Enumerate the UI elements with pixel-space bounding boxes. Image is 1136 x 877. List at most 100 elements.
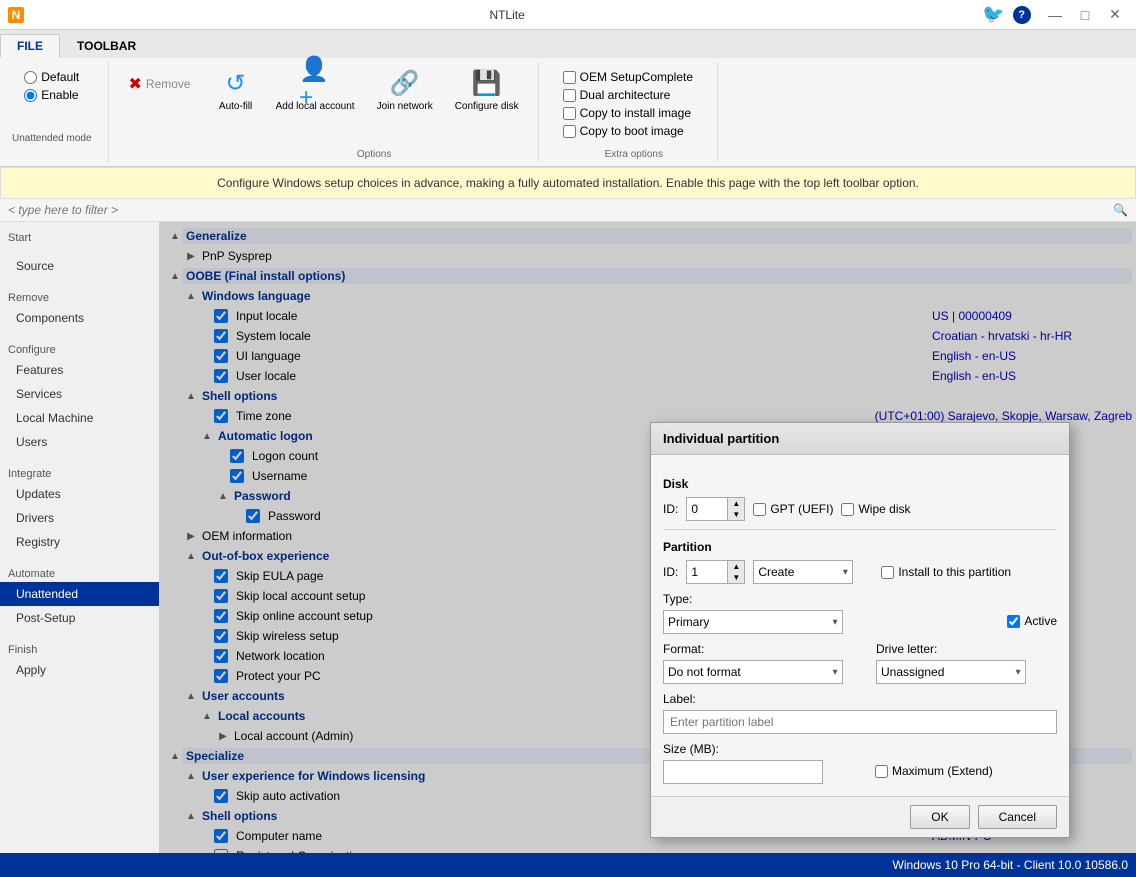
extra-options-group-label: Extra options xyxy=(551,149,717,160)
disk-id-down-btn[interactable]: ▼ xyxy=(728,509,744,520)
active-checkbox[interactable] xyxy=(1007,615,1020,628)
ribbon-content: Default Enable Unattended mode ✖ Remove … xyxy=(0,58,1136,166)
sidebar-label-configure: Configure xyxy=(0,338,159,358)
modal-disk-label: Disk xyxy=(663,477,1057,491)
size-input[interactable] xyxy=(663,760,823,784)
sidebar-item-users[interactable]: Users xyxy=(0,430,159,454)
wipe-disk-checkbox-label[interactable]: Wipe disk xyxy=(841,502,910,516)
twitter-icon[interactable]: 🐦 xyxy=(982,4,1004,25)
sidebar-item-apply[interactable]: Apply xyxy=(0,658,159,682)
wipe-disk-checkbox[interactable] xyxy=(841,503,854,516)
disk-id-input[interactable] xyxy=(687,498,727,520)
title-bar-right: 🐦 ? — □ ✕ xyxy=(982,4,1128,25)
tab-file[interactable]: FILE xyxy=(0,34,60,58)
modal-disk-id-label: ID: xyxy=(663,502,678,516)
sidebar-section-integrate: Integrate Updates Drivers Registry xyxy=(0,458,159,558)
configure-disk-icon: 💾 xyxy=(471,67,503,99)
ribbon-group-extra: OEM SetupComplete Dual architecture Copy… xyxy=(551,62,718,162)
dual-arch-option[interactable]: Dual architecture xyxy=(563,88,693,102)
sidebar-item-local-machine[interactable]: Local Machine xyxy=(0,406,159,430)
sidebar-label-integrate: Integrate xyxy=(0,462,159,482)
modal-overlay: Individual partition Disk ID: ▲ ▼ xyxy=(160,222,1136,853)
sidebar-item-post-setup[interactable]: Post-Setup xyxy=(0,606,159,630)
sidebar-item-registry[interactable]: Registry xyxy=(0,530,159,554)
copy-install-option[interactable]: Copy to install image xyxy=(563,106,693,120)
modal-size-row: Size (MB): Maximum (Extend) xyxy=(663,742,1057,784)
install-partition-checkbox[interactable] xyxy=(881,566,894,579)
partition-id-up-btn[interactable]: ▲ xyxy=(728,561,744,572)
auto-fill-icon: ↺ xyxy=(220,67,252,99)
ok-button[interactable]: OK xyxy=(910,805,969,829)
label-input[interactable] xyxy=(663,710,1057,734)
remove-button[interactable]: ✖ Remove xyxy=(121,70,199,98)
help-icon[interactable]: ? xyxy=(1013,6,1031,24)
sidebar-item-drivers[interactable]: Drivers xyxy=(0,506,159,530)
partition-action-wrapper: Create ▼ xyxy=(753,560,853,584)
sidebar-section-finish: Finish Apply xyxy=(0,634,159,686)
sidebar-section-automate: Automate Unattended Post-Setup xyxy=(0,558,159,634)
oem-setup-option[interactable]: OEM SetupComplete xyxy=(563,70,693,84)
modal-disk-row: ID: ▲ ▼ GPT (UEFI) xyxy=(663,497,1057,521)
oem-setup-checkbox[interactable] xyxy=(563,71,576,84)
radio-enable-input[interactable] xyxy=(24,89,37,102)
modal-label-field: Label: xyxy=(663,692,1057,734)
maximum-checkbox[interactable] xyxy=(875,765,888,778)
remove-section: ✖ Remove xyxy=(121,62,199,162)
copy-boot-option[interactable]: Copy to boot image xyxy=(563,124,693,138)
sidebar-item-components[interactable]: Components xyxy=(0,306,159,330)
svg-text:N: N xyxy=(12,8,21,22)
partition-id-down-btn[interactable]: ▼ xyxy=(728,572,744,583)
configure-disk-button[interactable]: 💾 Configure disk xyxy=(448,62,526,118)
sidebar-label-finish: Finish xyxy=(0,638,159,658)
divider xyxy=(663,529,1057,530)
sidebar-item-updates[interactable]: Updates xyxy=(0,482,159,506)
partition-id-input[interactable] xyxy=(687,561,727,583)
close-button[interactable]: ✕ xyxy=(1102,5,1128,25)
dual-arch-checkbox[interactable] xyxy=(563,89,576,102)
filter-bar: 🔍 xyxy=(0,199,1136,222)
modal-drive-label: Drive letter: xyxy=(876,642,1057,656)
disk-id-spinner[interactable]: ▲ ▼ xyxy=(686,497,745,521)
partition-action-select[interactable]: Create xyxy=(753,560,853,584)
active-checkbox-label[interactable]: Active xyxy=(1007,614,1057,628)
modal-title-bar: Individual partition xyxy=(651,423,1069,455)
auto-fill-button[interactable]: ↺ Auto-fill xyxy=(211,62,261,118)
gpt-checkbox-label[interactable]: GPT (UEFI) xyxy=(753,502,833,516)
sidebar-item-unattended[interactable]: Unattended xyxy=(0,582,159,606)
format-select[interactable]: Do not format xyxy=(663,660,843,684)
remove-icon: ✖ xyxy=(129,74,142,94)
app-icon: N xyxy=(8,7,24,23)
maximize-button[interactable]: □ xyxy=(1072,5,1098,25)
disk-id-up-btn[interactable]: ▲ xyxy=(728,498,744,509)
sidebar-item-source[interactable]: Source xyxy=(0,254,159,278)
copy-boot-checkbox[interactable] xyxy=(563,125,576,138)
drive-select[interactable]: Unassigned xyxy=(876,660,1026,684)
search-icon: 🔍 xyxy=(1113,203,1128,217)
minimize-button[interactable]: — xyxy=(1042,5,1068,25)
install-partition-checkbox-label[interactable]: Install to this partition xyxy=(881,565,1011,579)
join-network-button[interactable]: 🔗 Join network xyxy=(370,62,440,118)
radio-default[interactable]: Default xyxy=(24,70,79,84)
modal-format-drive-row: Format: Do not format ▼ Drive letter: xyxy=(663,642,1057,684)
sidebar-item-services[interactable]: Services xyxy=(0,382,159,406)
sidebar-item-features[interactable]: Features xyxy=(0,358,159,382)
cancel-button[interactable]: Cancel xyxy=(978,805,1057,829)
modal-partition-id-label: ID: xyxy=(663,565,678,579)
copy-install-checkbox[interactable] xyxy=(563,107,576,120)
radio-enable[interactable]: Enable xyxy=(24,88,79,102)
ribbon-tabs: FILE TOOLBAR xyxy=(0,30,1136,58)
radio-default-input[interactable] xyxy=(24,71,37,84)
modal-type-label: Type: xyxy=(663,592,975,606)
tab-toolbar[interactable]: TOOLBAR xyxy=(60,34,153,58)
maximum-checkbox-label[interactable]: Maximum (Extend) xyxy=(875,764,993,778)
partition-id-spinner[interactable]: ▲ ▼ xyxy=(686,560,745,584)
gpt-checkbox[interactable] xyxy=(753,503,766,516)
filter-input[interactable] xyxy=(8,203,1113,217)
type-select[interactable]: Primary xyxy=(663,610,843,634)
modal-size-field: Size (MB): xyxy=(663,742,843,784)
format-select-wrapper: Do not format ▼ xyxy=(663,660,843,684)
modal-format-field: Format: Do not format ▼ xyxy=(663,642,844,684)
add-account-button[interactable]: 👤+ Add local account xyxy=(269,62,362,118)
modal-content: Disk ID: ▲ ▼ GPT (UEFI) xyxy=(651,455,1069,796)
modal-type-active-row: Type: Primary ▼ Active xyxy=(663,592,1057,634)
